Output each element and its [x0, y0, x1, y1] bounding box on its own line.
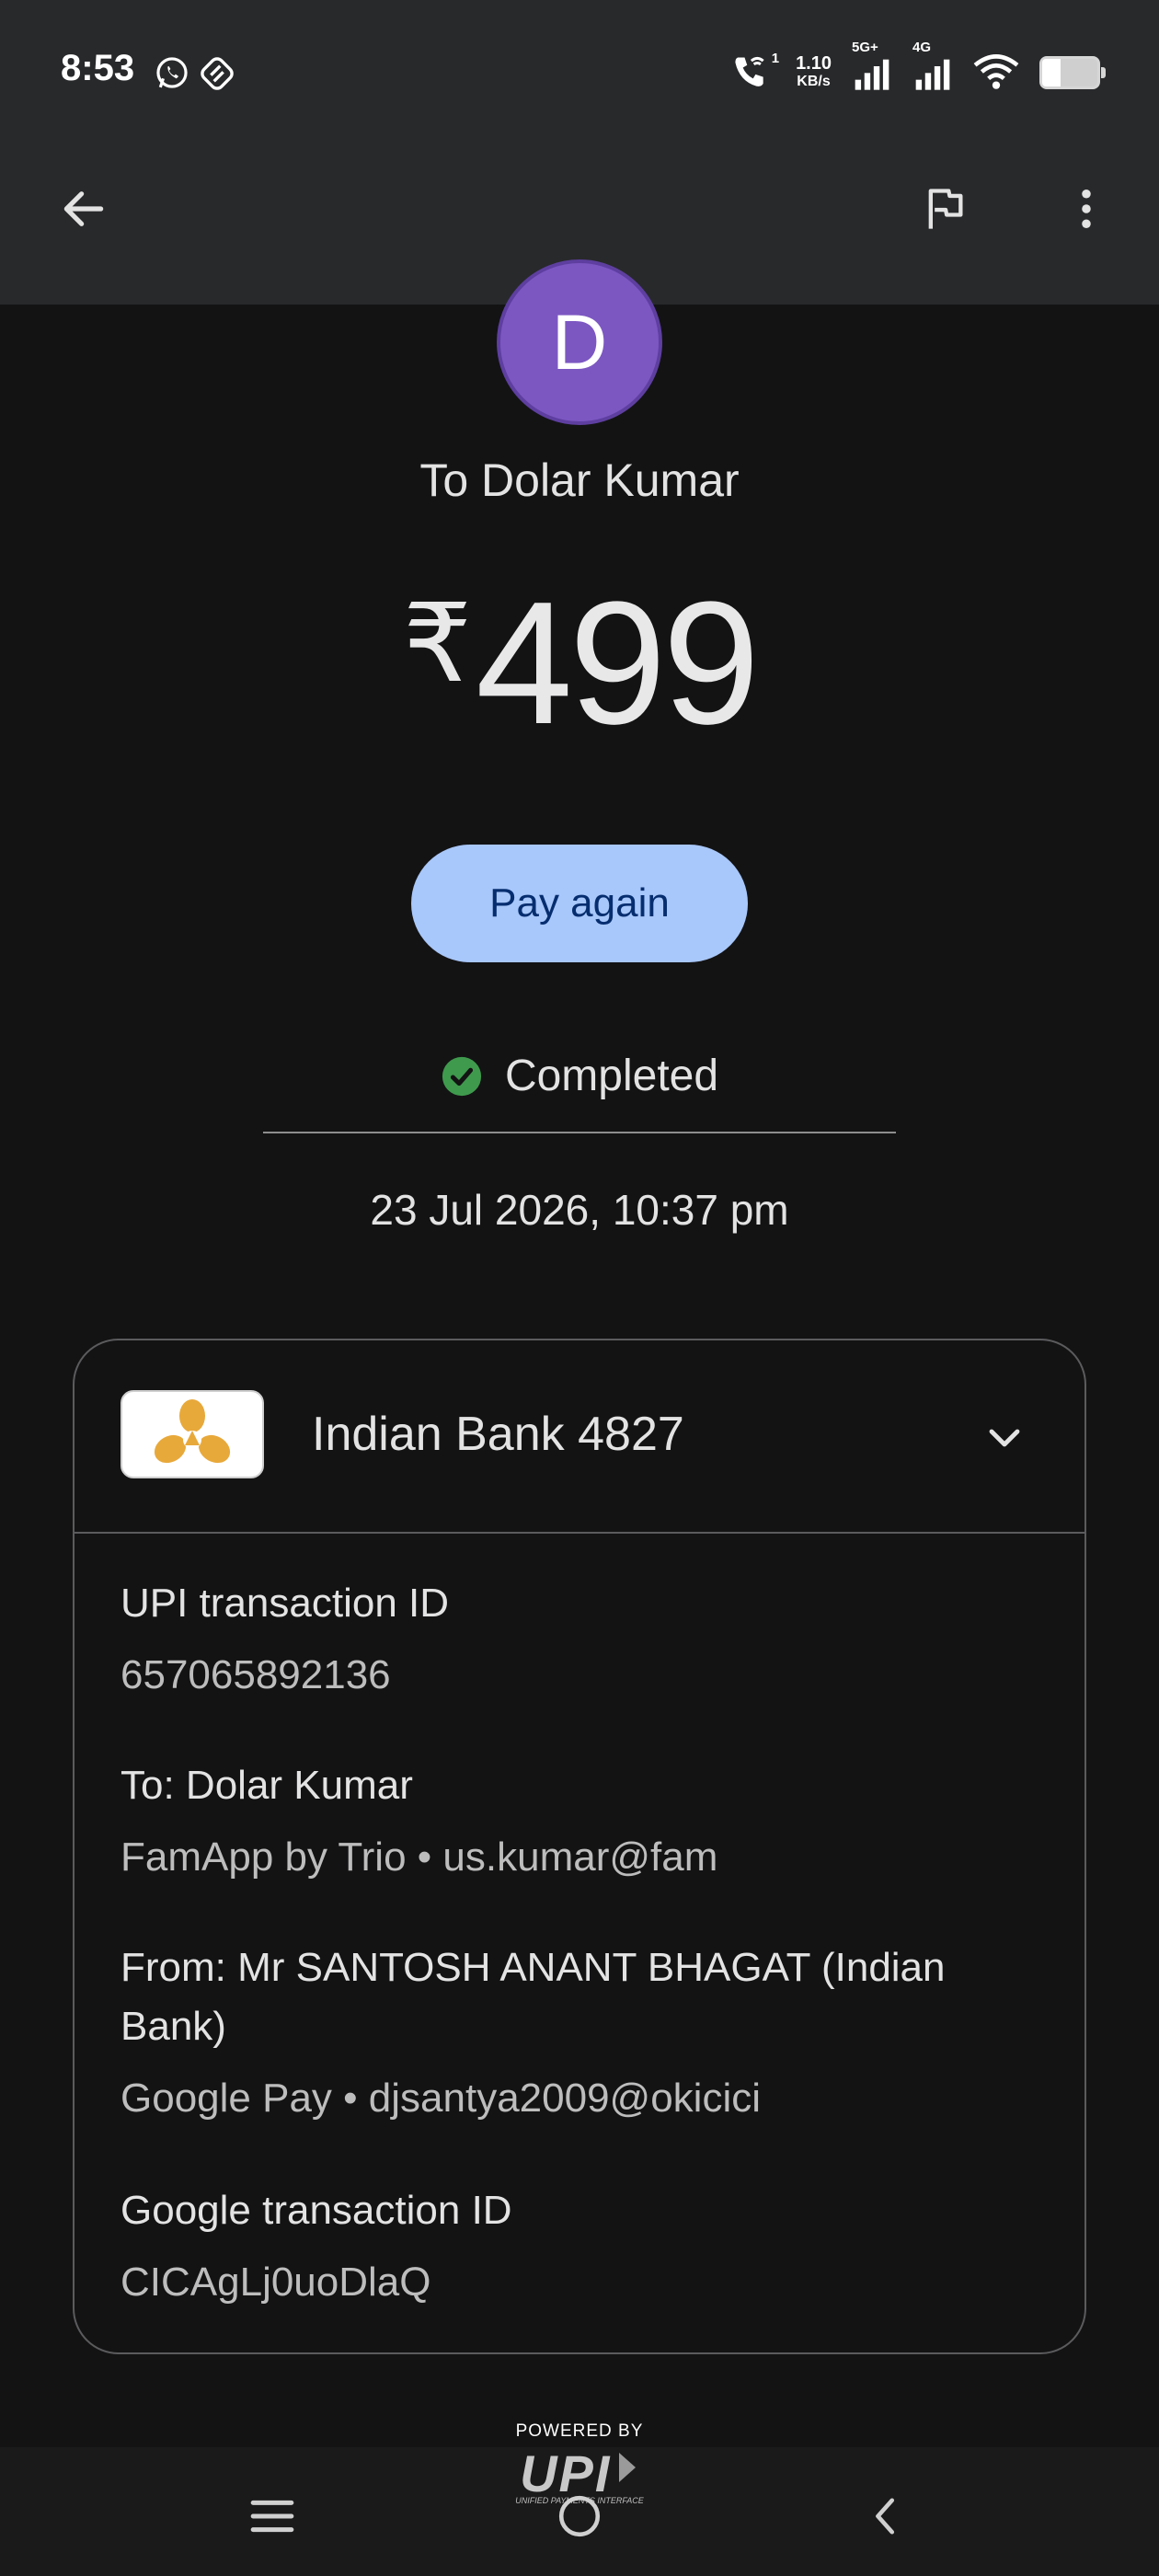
- menu-icon: [250, 2500, 294, 2533]
- network-speed: 1.10 KB/s: [796, 54, 832, 91]
- transaction-status: Completed: [0, 1051, 1159, 1101]
- net-speed-unit: KB/s: [797, 74, 831, 89]
- bank-account-row[interactable]: Indian Bank 4827: [75, 1340, 1084, 1534]
- to-account: To: Dolar Kumar FamApp by Trio • us.kuma…: [120, 1756, 1039, 1887]
- amount-value: 499: [476, 566, 760, 761]
- back-button[interactable]: [42, 167, 125, 250]
- battery-fill: [1042, 59, 1061, 86]
- more-vert-icon: [1082, 189, 1091, 229]
- detail-value[interactable]: Google Pay • djsantya2009@okicici: [120, 2069, 1039, 2128]
- from-account: From: Mr SANTOSH ANANT BHAGAT (Indian Ba…: [120, 1938, 1039, 2128]
- recent-apps-button[interactable]: [226, 2475, 318, 2558]
- detail-label: UPI transaction ID: [120, 1581, 450, 1626]
- battery-icon: [1039, 56, 1106, 89]
- detail-label: To: Dolar Kumar: [120, 1763, 413, 1808]
- check-circle-icon: [442, 1056, 482, 1096]
- wifi-call-icon: 1: [729, 51, 779, 93]
- status-text: Completed: [504, 1052, 719, 1100]
- google-transaction-id: Google transaction ID CICAgLj0uoDlaQ: [120, 2181, 1039, 2312]
- status-divider: [263, 1132, 896, 1133]
- status-bar: 8:53 1 1.10 KB/s 5G+ 4G: [0, 0, 1159, 147]
- detail-label: Google transaction ID: [120, 2188, 512, 2233]
- powered-by-text: POWERED BY: [515, 2421, 644, 2441]
- flag-icon: [928, 189, 963, 229]
- payment-amount: ₹499: [0, 563, 1159, 764]
- home-circle-icon: [558, 2495, 601, 2537]
- system-back-button[interactable]: [841, 2475, 933, 2558]
- pay-again-button[interactable]: Pay again: [411, 845, 748, 962]
- detail-value[interactable]: 657065892136: [120, 1646, 1039, 1705]
- whatsapp-icon: [155, 55, 189, 95]
- wifi-call-label: 1: [771, 51, 780, 66]
- transaction-datetime: 23 Jul 2026, 10:37 pm: [370, 1186, 789, 1234]
- signal-5g-label: 5G+: [852, 40, 878, 55]
- bank-logo-icon: [154, 1399, 231, 1464]
- expand-button[interactable]: [972, 1405, 1037, 1469]
- net-speed-value: 1.10: [796, 53, 832, 74]
- bank-logo: [120, 1390, 264, 1478]
- upi-transaction-id: UPI transaction ID 657065892136: [120, 1574, 1039, 1705]
- detail-label: From: Mr SANTOSH ANANT BHAGAT (Indian Ba…: [120, 1945, 946, 2049]
- home-button[interactable]: [534, 2475, 625, 2558]
- wifi-icon: [973, 51, 1019, 96]
- status-icons: 1 1.10 KB/s 5G+ 4G: [729, 40, 1106, 96]
- more-options-button[interactable]: [1045, 167, 1128, 250]
- recipient-title: To Dolar Kumar: [419, 454, 740, 506]
- detail-value[interactable]: CICAgLj0uoDlaQ: [120, 2253, 1039, 2312]
- recipient-avatar: D: [497, 259, 662, 425]
- chevron-left-icon: [876, 2498, 895, 2535]
- signal-4g-label: 4G: [912, 40, 932, 55]
- transaction-details-card: Indian Bank 4827 UPI transaction ID 6570…: [73, 1339, 1086, 2354]
- status-time: 8:53: [61, 48, 135, 88]
- signal-5g-icon: 5G+: [852, 40, 892, 93]
- arrow-left-icon: [63, 191, 104, 226]
- detail-value[interactable]: FamApp by Trio • us.kumar@fam: [120, 1828, 1039, 1887]
- bank-name: Indian Bank 4827: [312, 1408, 684, 1461]
- signal-4g-icon: 4G: [912, 40, 953, 93]
- app-notification-icon: [199, 55, 235, 97]
- chevron-down-icon: [989, 1429, 1020, 1447]
- report-button[interactable]: [903, 167, 986, 250]
- currency-symbol: ₹: [402, 583, 473, 705]
